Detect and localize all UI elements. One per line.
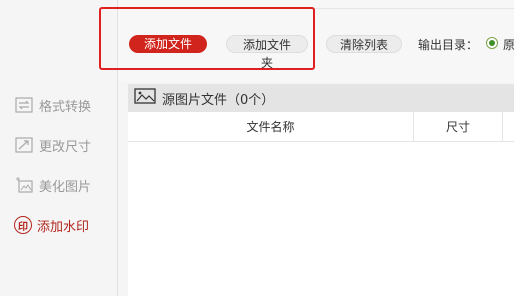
convert-icon <box>14 95 34 115</box>
output-dir-label: 输出目录： <box>418 38 479 52</box>
file-list-title: 源图片文件（0个） <box>162 92 275 108</box>
sidebar-item-label: 添加水印 <box>37 219 90 235</box>
output-dir-radio[interactable] <box>486 37 498 49</box>
sidebar-item-label: 美化图片 <box>39 179 92 195</box>
resize-icon <box>14 135 34 155</box>
file-list-header: 源图片文件（0个） <box>128 84 514 112</box>
column-header-name[interactable]: 文件名称 <box>128 112 414 142</box>
sidebar-item-resize[interactable]: 更改尺寸 <box>14 133 91 157</box>
sidebar-item-watermark[interactable]: 印 添加水印 <box>14 213 89 237</box>
sidebar-item-format-convert[interactable]: 格式转换 <box>14 93 91 117</box>
sidebar-item-beautify[interactable]: 美化图片 <box>14 173 91 197</box>
sidebar-item-label: 格式转换 <box>39 99 92 115</box>
highlight-box <box>99 7 315 70</box>
radio-dot <box>489 40 495 46</box>
output-option-label: 原 <box>503 38 514 52</box>
file-table: 文件名称 尺寸 <box>128 112 514 296</box>
image-icon <box>134 88 156 108</box>
sidebar-item-label: 更改尺寸 <box>39 139 92 155</box>
column-header-size[interactable]: 尺寸 <box>414 112 503 142</box>
watermark-icon: 印 <box>14 216 32 234</box>
table-header: 文件名称 尺寸 <box>128 112 514 142</box>
clear-list-button[interactable]: 清除列表 <box>326 35 402 53</box>
beautify-icon <box>14 175 34 195</box>
